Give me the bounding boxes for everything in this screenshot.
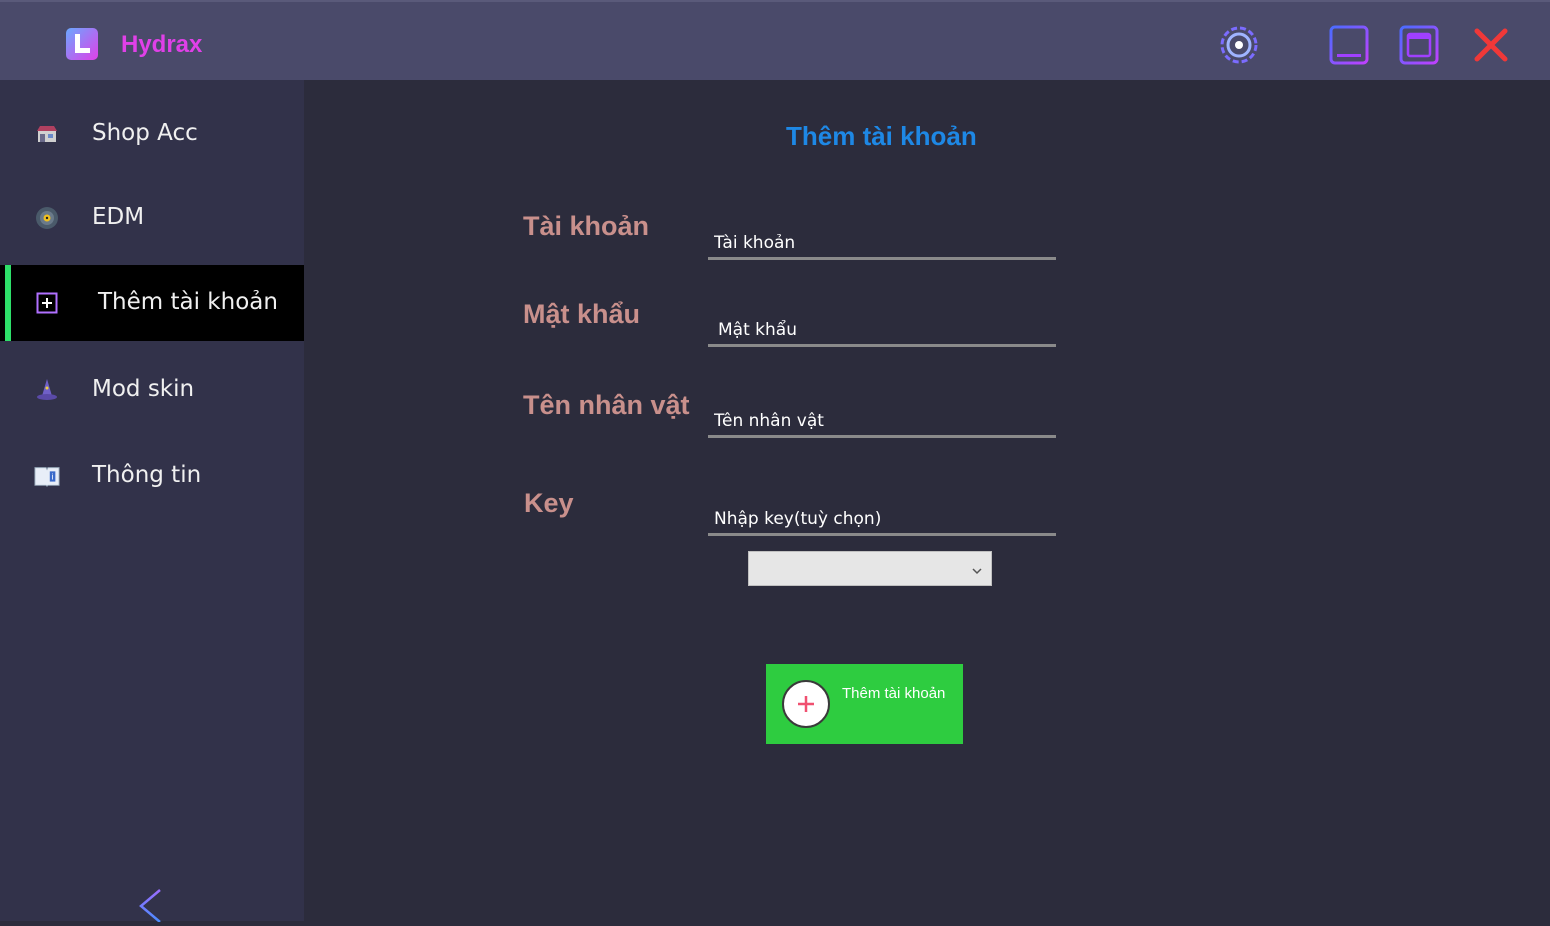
app-logo-icon <box>64 26 100 62</box>
music-disc-icon <box>34 206 60 230</box>
sidebar-item-label: EDM <box>92 204 145 230</box>
account-input[interactable] <box>708 220 1056 260</box>
sidebar-item-mod-skin[interactable]: Mod skin <box>0 352 304 428</box>
add-account-button[interactable]: Thêm tài khoản <box>766 664 963 744</box>
sidebar-item-label: Mod skin <box>92 376 195 402</box>
sidebar-item-label: Shop Acc <box>92 120 198 146</box>
app-title: Hydrax <box>121 31 203 58</box>
sidebar-item-label: Thêm tài khoản <box>98 289 278 315</box>
key-select[interactable] <box>748 551 992 586</box>
page-title: Thêm tài khoản <box>786 121 977 151</box>
chevron-down-icon <box>971 562 983 581</box>
sidebar-item-shop-acc[interactable]: Shop Acc <box>0 96 304 172</box>
add-box-icon <box>34 291 60 315</box>
chevron-left-icon[interactable] <box>134 888 168 923</box>
svg-text:i: i <box>51 472 53 482</box>
add-account-button-label: Thêm tài khoản <box>842 685 946 702</box>
sidebar-item-add-account[interactable]: Thêm tài khoản <box>0 265 304 341</box>
key-label: Key <box>524 488 574 518</box>
account-label: Tài khoản <box>523 211 650 241</box>
wizard-hat-icon <box>34 378 60 402</box>
minimize-icon[interactable] <box>1326 22 1372 68</box>
sidebar-item-info[interactable]: i Thông tin <box>0 438 304 514</box>
character-name-input[interactable] <box>708 398 1056 438</box>
character-name-label: Tên nhân vật <box>523 390 690 420</box>
sidebar-item-edm[interactable]: EDM <box>0 180 304 256</box>
password-input[interactable] <box>708 307 1056 347</box>
sidebar-item-label: Thông tin <box>92 462 202 488</box>
sidebar: Shop Acc EDM Thêm tài khoản Mod skin i T… <box>0 80 304 921</box>
maximize-icon[interactable] <box>1396 22 1442 68</box>
shop-icon <box>34 122 60 146</box>
info-book-icon: i <box>34 464 60 488</box>
title-bar: Hydrax <box>0 0 1550 80</box>
settings-gear-icon[interactable] <box>1216 22 1262 68</box>
close-icon[interactable] <box>1468 22 1514 68</box>
key-input[interactable] <box>708 496 1056 536</box>
plus-circle-icon <box>782 680 830 728</box>
password-label: Mật khẩu <box>523 299 641 329</box>
